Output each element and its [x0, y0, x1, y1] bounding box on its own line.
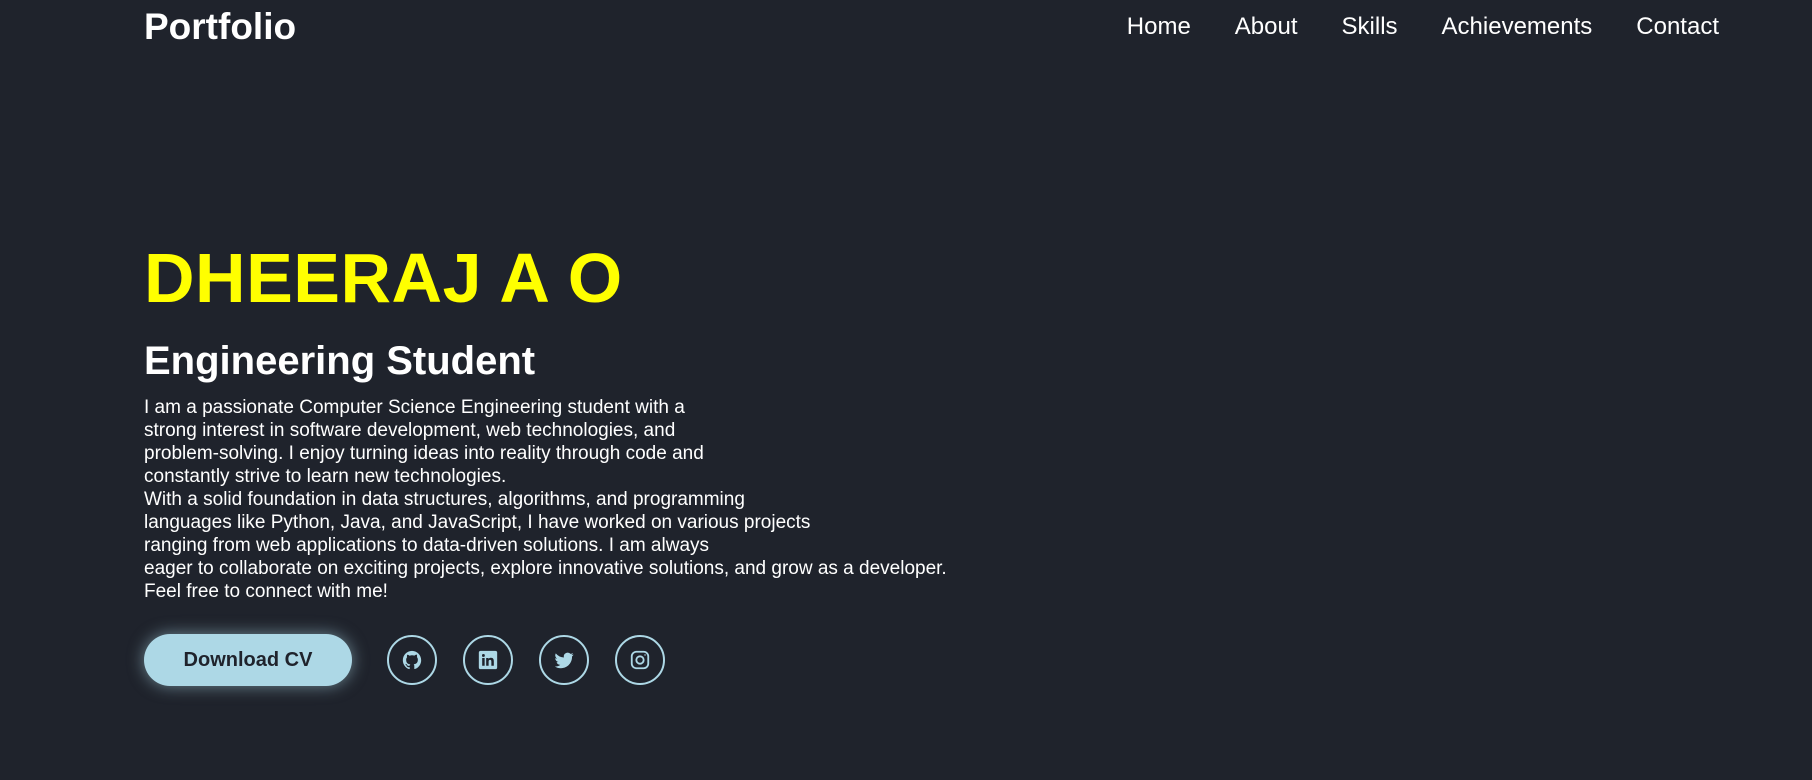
- social-links: [387, 635, 665, 685]
- person-name: DHEERAJ A O: [144, 239, 623, 317]
- bio-line: problem-solving. I enjoy turning ideas i…: [144, 443, 704, 464]
- bio-line: With a solid foundation in data structur…: [144, 489, 745, 510]
- instagram-link[interactable]: [615, 635, 665, 685]
- twitter-icon: [554, 652, 574, 669]
- nav-home[interactable]: Home: [1127, 12, 1191, 42]
- github-link[interactable]: [387, 635, 437, 685]
- person-role: Engineering Student: [144, 339, 536, 383]
- instagram-icon: [630, 650, 650, 670]
- bio-paragraph: I am a passionate Computer Science Engin…: [144, 396, 1044, 603]
- github-icon: [402, 650, 422, 670]
- main-nav: Home About Skills Achievements Contact: [1127, 12, 1719, 42]
- bio-line: strong interest in software development,…: [144, 420, 676, 441]
- linkedin-link[interactable]: [463, 635, 513, 685]
- site-logo[interactable]: Portfolio: [144, 4, 296, 50]
- bio-line: Feel free to connect with me!: [144, 581, 388, 602]
- download-cv-button[interactable]: Download CV: [144, 634, 352, 686]
- bio-line: I am a passionate Computer Science Engin…: [144, 397, 685, 418]
- nav-skills[interactable]: Skills: [1342, 12, 1398, 42]
- bio-line: constantly strive to learn new technolog…: [144, 466, 507, 487]
- nav-achievements[interactable]: Achievements: [1442, 12, 1593, 42]
- site-header: Portfolio Home About Skills Achievements…: [0, 0, 1812, 56]
- nav-about[interactable]: About: [1235, 12, 1298, 42]
- hero-actions: Download CV: [144, 634, 1044, 686]
- twitter-link[interactable]: [539, 635, 589, 685]
- linkedin-icon: [478, 650, 498, 670]
- bio-line: ranging from web applications to data-dr…: [144, 535, 710, 556]
- nav-contact[interactable]: Contact: [1636, 12, 1719, 42]
- bio-line: languages like Python, Java, and JavaScr…: [144, 512, 811, 533]
- bio-line: eager to collaborate on exciting project…: [144, 558, 947, 579]
- hero-section: DHEERAJ A O Engineering Student I am a p…: [144, 234, 1044, 686]
